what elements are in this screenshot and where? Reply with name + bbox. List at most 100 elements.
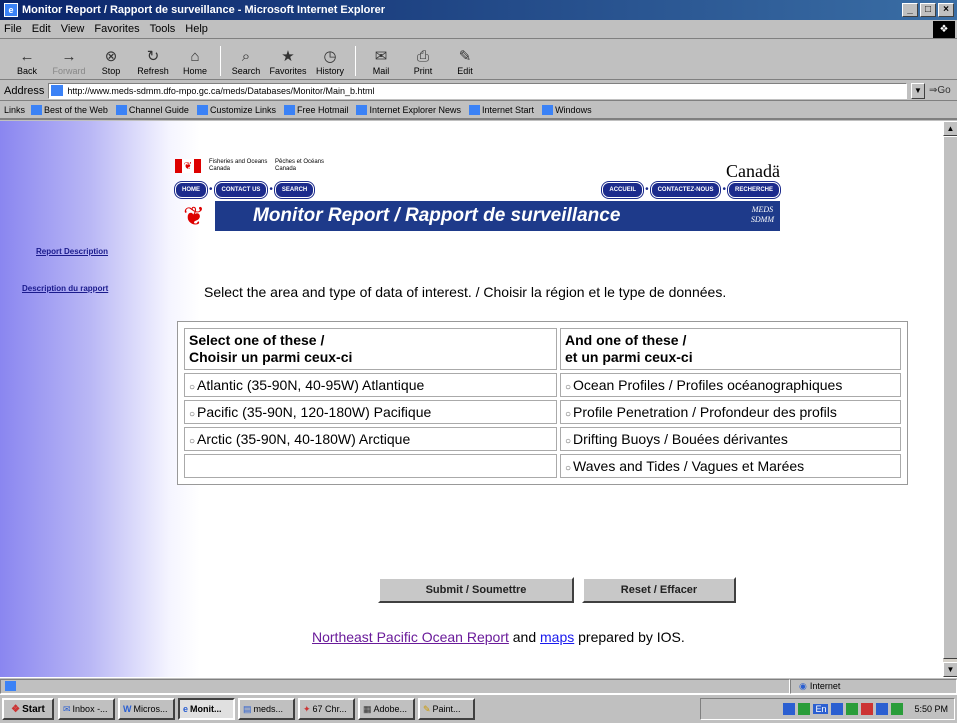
- nav-search-button[interactable]: SEARCH: [274, 182, 315, 198]
- task-label: Monit...: [190, 704, 222, 714]
- menu-file[interactable]: File: [4, 23, 22, 35]
- maximize-button[interactable]: □: [920, 3, 936, 17]
- address-input[interactable]: http://www.meds-sdmm.dfo-mpo.gc.ca/meds/…: [48, 82, 907, 99]
- nav-accueil-button[interactable]: ACCUEIL: [602, 182, 644, 198]
- links-bar: Links Best of the Web Channel Guide Cust…: [0, 102, 957, 120]
- forward-button[interactable]: → Forward: [48, 48, 90, 76]
- mail-button[interactable]: ✉ Mail: [360, 48, 402, 76]
- nav-separator: •: [722, 184, 726, 195]
- radio-button-waves-tides[interactable]: ○: [565, 463, 571, 474]
- notepad-icon: ▤: [243, 703, 252, 714]
- stop-button[interactable]: ⊗ Stop: [90, 48, 132, 76]
- taskbar-item-adobe[interactable]: ▦ Adobe...: [358, 698, 415, 720]
- refresh-icon: ↻: [146, 48, 160, 65]
- page-icon: [115, 105, 127, 115]
- minimize-button[interactable]: _: [902, 3, 918, 17]
- nav-contact-us-button[interactable]: CONTACT US: [214, 182, 268, 198]
- sidebar-link-description-du-rapport[interactable]: Description du rapport: [22, 284, 108, 293]
- taskbar-item-meds[interactable]: ▤ meds...: [238, 698, 295, 720]
- stop-icon: ⊗: [104, 48, 118, 65]
- link-label: Internet Start: [482, 105, 535, 115]
- edit-icon: ✎: [458, 48, 472, 65]
- link-windows[interactable]: Windows: [542, 105, 592, 115]
- edit-button[interactable]: ✎ Edit: [444, 48, 486, 76]
- back-button[interactable]: ← Back: [6, 48, 48, 76]
- tray-icon[interactable]: [846, 703, 859, 715]
- radio-button-ocean-profiles[interactable]: ○: [565, 382, 571, 393]
- radio-button-atlantic[interactable]: ○: [189, 382, 195, 393]
- task-label: Adobe...: [373, 704, 408, 714]
- menu-favorites[interactable]: Favorites: [94, 23, 139, 35]
- maple-leaf-icon: ❦: [183, 201, 205, 231]
- nav-separator: •: [269, 184, 273, 195]
- taskbar-item-word[interactable]: W Micros...: [118, 698, 175, 720]
- forward-arrow-icon: →: [61, 48, 77, 65]
- link-ie-news[interactable]: Internet Explorer News: [356, 105, 461, 115]
- tray-icon[interactable]: [876, 703, 889, 715]
- radio-button-profile-penetration[interactable]: ○: [565, 409, 571, 420]
- history-button[interactable]: ◷ History: [309, 48, 351, 76]
- window-title: Monitor Report / Rapport de surveillance…: [22, 4, 386, 16]
- area-option-atlantic: ○ Atlantic (35-90N, 40-95W) Atlantique: [184, 373, 557, 397]
- instruction-text: Select the area and type of data of inte…: [204, 284, 727, 300]
- link-free-hotmail[interactable]: Free Hotmail: [283, 105, 348, 115]
- close-button[interactable]: ×: [938, 3, 954, 17]
- area-option-arctic: ○ Arctic (35-90N, 40-180W) Arctique: [184, 427, 557, 451]
- start-button[interactable]: ❖ Start: [2, 698, 54, 720]
- menu-tools[interactable]: Tools: [150, 23, 176, 35]
- page-icon: [542, 105, 554, 115]
- menu-view[interactable]: View: [61, 23, 85, 35]
- link-best-of-the-web[interactable]: Best of the Web: [31, 105, 108, 115]
- home-button[interactable]: ⌂ Home: [174, 48, 216, 76]
- taskbar-item-chr[interactable]: ✦ 67 Chr...: [298, 698, 355, 720]
- taskbar-item-inbox[interactable]: ✉ Inbox -...: [58, 698, 115, 720]
- menu-help[interactable]: Help: [185, 23, 208, 35]
- radio-button-drifting-buoys[interactable]: ○: [565, 436, 571, 447]
- menu-edit[interactable]: Edit: [32, 23, 51, 35]
- radio-button-pacific[interactable]: ○: [189, 409, 195, 420]
- link-label: Best of the Web: [44, 105, 108, 115]
- language-indicator[interactable]: En: [813, 704, 829, 714]
- search-button[interactable]: ⌕ Search: [225, 48, 267, 76]
- nav-separator: •: [645, 184, 649, 195]
- scroll-down-arrow-icon[interactable]: ▼: [943, 662, 957, 677]
- address-dropdown-button[interactable]: ▼: [911, 82, 925, 99]
- reset-button[interactable]: Reset / Effacer: [582, 577, 736, 603]
- task-label: Inbox -...: [72, 704, 108, 714]
- page-icon: [469, 105, 481, 115]
- maps-link[interactable]: maps: [540, 629, 574, 645]
- vertical-scrollbar[interactable]: ▲ ▼: [942, 121, 957, 677]
- department-name-fr: Pêches et Océans Canada: [275, 159, 324, 173]
- ie-app-icon[interactable]: e: [4, 3, 18, 17]
- refresh-button[interactable]: ↻ Refresh: [132, 48, 174, 76]
- nav-home-button[interactable]: HOME: [175, 182, 207, 198]
- page-done-icon: [5, 681, 16, 691]
- northeast-pacific-report-link[interactable]: Northeast Pacific Ocean Report: [312, 629, 509, 645]
- sidebar-link-report-description[interactable]: Report Description: [36, 247, 108, 256]
- print-button[interactable]: ⎙ Print: [402, 48, 444, 76]
- status-bar: ◉ Internet: [0, 677, 957, 694]
- go-button[interactable]: ⇒Go: [929, 85, 957, 96]
- taskbar-item-monitor[interactable]: e Monit...: [178, 698, 235, 720]
- clock[interactable]: 5:50 PM: [914, 704, 948, 714]
- nav-recherche-button[interactable]: RECHERCHE: [727, 182, 780, 198]
- taskbar-item-paint[interactable]: ✎ Paint...: [418, 698, 475, 720]
- link-channel-guide[interactable]: Channel Guide: [115, 105, 189, 115]
- address-url: http://www.meds-sdmm.dfo-mpo.gc.ca/meds/…: [67, 85, 375, 96]
- tray-icon[interactable]: [861, 703, 874, 715]
- scroll-thumb[interactable]: [943, 136, 957, 659]
- link-internet-start[interactable]: Internet Start: [469, 105, 534, 115]
- tray-icon[interactable]: [891, 703, 904, 715]
- scroll-up-arrow-icon[interactable]: ▲: [943, 121, 957, 136]
- task-label: meds...: [253, 704, 284, 714]
- link-customize-links[interactable]: Customize Links: [196, 105, 276, 115]
- nav-contactez-nous-button[interactable]: CONTACTEZ-NOUS: [650, 182, 721, 198]
- submit-button[interactable]: Submit / Soumettre: [378, 577, 574, 603]
- task-label: 67 Chr...: [312, 704, 347, 714]
- favorites-button[interactable]: ★ Favorites: [267, 48, 309, 76]
- tray-icon[interactable]: [831, 703, 844, 715]
- tray-icon[interactable]: [783, 703, 796, 715]
- tray-icon[interactable]: [798, 703, 811, 715]
- radio-button-arctic[interactable]: ○: [189, 436, 195, 447]
- standard-toolbar: ← Back → Forward ⊗ Stop ↻ Refresh ⌂ Home ⌕ Sea…: [0, 40, 957, 80]
